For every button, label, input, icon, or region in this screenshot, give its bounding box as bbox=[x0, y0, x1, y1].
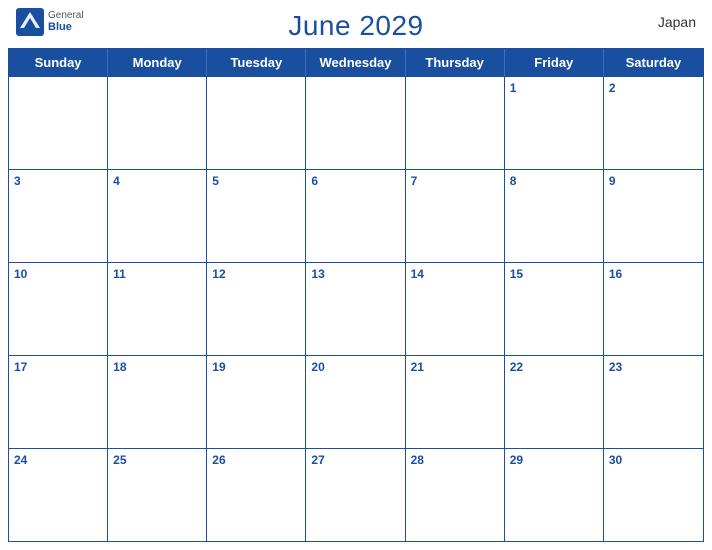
day-cell-30: 30 bbox=[604, 449, 703, 541]
day-cell-12: 12 bbox=[207, 263, 306, 355]
day-header-sunday: Sunday bbox=[9, 49, 108, 76]
day-cell-16: 16 bbox=[604, 263, 703, 355]
day-header-tuesday: Tuesday bbox=[207, 49, 306, 76]
day-number: 2 bbox=[609, 81, 698, 95]
day-cell-23: 23 bbox=[604, 356, 703, 448]
day-cell-19: 19 bbox=[207, 356, 306, 448]
day-number: 14 bbox=[411, 267, 499, 281]
day-number: 11 bbox=[113, 267, 201, 281]
day-number: 21 bbox=[411, 360, 499, 374]
day-cell-1: 1 bbox=[505, 77, 604, 169]
empty-cell bbox=[9, 77, 108, 169]
day-headers-row: SundayMondayTuesdayWednesdayThursdayFrid… bbox=[9, 49, 703, 76]
day-cell-17: 17 bbox=[9, 356, 108, 448]
day-number: 13 bbox=[311, 267, 399, 281]
day-header-thursday: Thursday bbox=[406, 49, 505, 76]
day-number: 28 bbox=[411, 453, 499, 467]
logo-text: General Blue bbox=[48, 10, 84, 33]
day-number: 12 bbox=[212, 267, 300, 281]
country-label: Japan bbox=[658, 14, 696, 30]
empty-cell bbox=[108, 77, 207, 169]
empty-cell bbox=[207, 77, 306, 169]
day-cell-4: 4 bbox=[108, 170, 207, 262]
calendar-body: 1234567891011121314151617181920212223242… bbox=[9, 76, 703, 541]
week-row-1: 12 bbox=[9, 76, 703, 169]
day-cell-24: 24 bbox=[9, 449, 108, 541]
week-row-4: 17 18 19 20 21 22 23 bbox=[9, 355, 703, 448]
logo-general-text: General bbox=[48, 10, 84, 21]
day-cell-26: 26 bbox=[207, 449, 306, 541]
day-number: 16 bbox=[609, 267, 698, 281]
empty-cell bbox=[306, 77, 405, 169]
calendar-title: June 2029 bbox=[288, 10, 423, 42]
day-number: 20 bbox=[311, 360, 399, 374]
day-cell-3: 3 bbox=[9, 170, 108, 262]
day-number: 15 bbox=[510, 267, 598, 281]
day-cell-22: 22 bbox=[505, 356, 604, 448]
day-number: 1 bbox=[510, 81, 598, 95]
day-cell-27: 27 bbox=[306, 449, 405, 541]
logo: General Blue bbox=[16, 8, 84, 36]
day-number: 4 bbox=[113, 174, 201, 188]
day-cell-11: 11 bbox=[108, 263, 207, 355]
day-header-monday: Monday bbox=[108, 49, 207, 76]
week-row-5: 24 25 26 27 28 29 30 bbox=[9, 448, 703, 541]
day-number: 5 bbox=[212, 174, 300, 188]
day-cell-14: 14 bbox=[406, 263, 505, 355]
day-cell-20: 20 bbox=[306, 356, 405, 448]
day-number: 3 bbox=[14, 174, 102, 188]
week-row-3: 10 11 12 13 14 15 16 bbox=[9, 262, 703, 355]
day-number: 19 bbox=[212, 360, 300, 374]
day-cell-10: 10 bbox=[9, 263, 108, 355]
day-cell-29: 29 bbox=[505, 449, 604, 541]
day-cell-18: 18 bbox=[108, 356, 207, 448]
week-row-2: 3456789 bbox=[9, 169, 703, 262]
day-cell-25: 25 bbox=[108, 449, 207, 541]
day-number: 18 bbox=[113, 360, 201, 374]
day-number: 27 bbox=[311, 453, 399, 467]
day-number: 24 bbox=[14, 453, 102, 467]
logo-blue-text: Blue bbox=[48, 21, 84, 33]
day-number: 29 bbox=[510, 453, 598, 467]
day-number: 23 bbox=[609, 360, 698, 374]
day-cell-9: 9 bbox=[604, 170, 703, 262]
day-number: 10 bbox=[14, 267, 102, 281]
day-cell-2: 2 bbox=[604, 77, 703, 169]
day-header-saturday: Saturday bbox=[604, 49, 703, 76]
day-header-wednesday: Wednesday bbox=[306, 49, 405, 76]
day-cell-13: 13 bbox=[306, 263, 405, 355]
day-number: 22 bbox=[510, 360, 598, 374]
logo-icon bbox=[16, 8, 44, 36]
day-header-friday: Friday bbox=[505, 49, 604, 76]
day-cell-6: 6 bbox=[306, 170, 405, 262]
empty-cell bbox=[406, 77, 505, 169]
day-number: 7 bbox=[411, 174, 499, 188]
day-number: 8 bbox=[510, 174, 598, 188]
day-cell-7: 7 bbox=[406, 170, 505, 262]
day-cell-5: 5 bbox=[207, 170, 306, 262]
day-number: 17 bbox=[14, 360, 102, 374]
calendar-header: General Blue June 2029 Japan bbox=[0, 0, 712, 48]
day-number: 6 bbox=[311, 174, 399, 188]
day-number: 26 bbox=[212, 453, 300, 467]
day-number: 25 bbox=[113, 453, 201, 467]
day-number: 9 bbox=[609, 174, 698, 188]
day-cell-8: 8 bbox=[505, 170, 604, 262]
calendar: SundayMondayTuesdayWednesdayThursdayFrid… bbox=[8, 48, 704, 542]
day-number: 30 bbox=[609, 453, 698, 467]
day-cell-28: 28 bbox=[406, 449, 505, 541]
day-cell-21: 21 bbox=[406, 356, 505, 448]
day-cell-15: 15 bbox=[505, 263, 604, 355]
